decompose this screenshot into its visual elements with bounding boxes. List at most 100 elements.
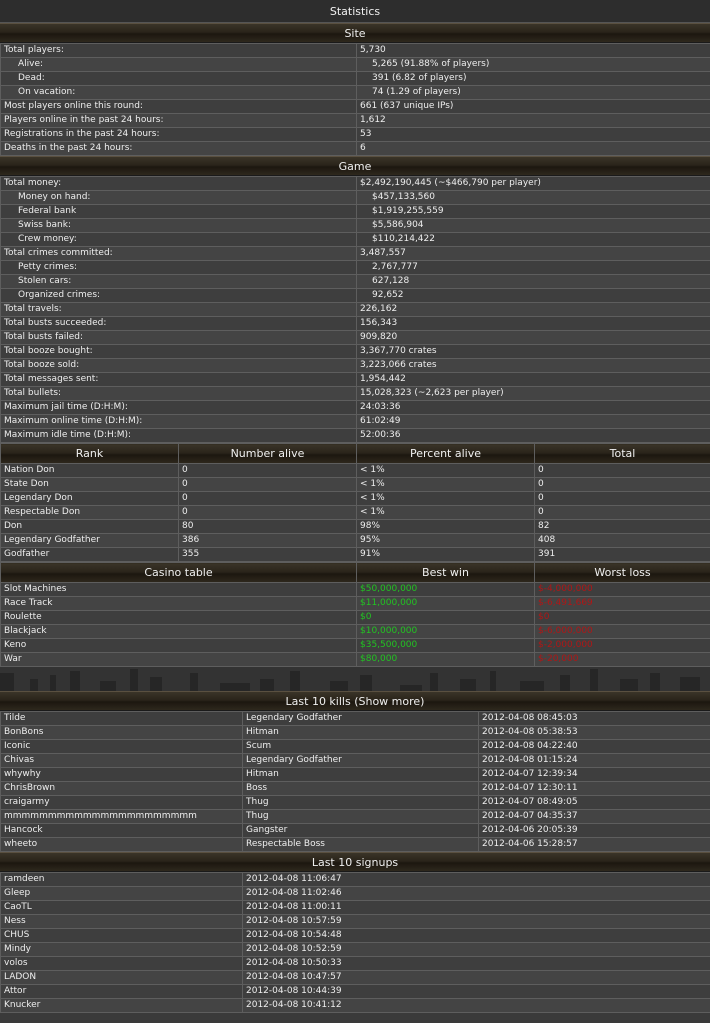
stat-value: 3,223,066 crates: [356, 358, 710, 373]
total-header: Total: [534, 443, 710, 464]
stat-row: Total busts succeeded: 156,343: [0, 316, 710, 331]
building-silhouette: [0, 673, 14, 691]
building-silhouette: [520, 681, 544, 691]
building-silhouette: [430, 673, 438, 691]
kills-section-header[interactable]: Last 10 kills (Show more): [0, 691, 710, 711]
kill-time: 2012-04-08 05:38:53: [478, 725, 710, 740]
victim-name[interactable]: Tilde: [0, 711, 243, 726]
best-win-value: $35,500,000: [356, 638, 535, 653]
building-silhouette: [680, 677, 700, 691]
stat-value: 661 (637 unique IPs): [356, 99, 710, 114]
rank-total: 82: [534, 519, 710, 534]
victim-name[interactable]: BonBons: [0, 725, 243, 740]
stat-value: 627,128: [356, 274, 710, 289]
rank-row: Godfather 355 91% 391: [0, 547, 710, 562]
signup-name[interactable]: Knucker: [0, 998, 243, 1013]
stat-label: Total crimes committed:: [0, 246, 357, 261]
worst-loss-value: $-6,491,669: [534, 596, 710, 611]
rank-total: 0: [534, 491, 710, 506]
rank-name: Legendary Don: [0, 491, 179, 506]
stat-label: Money on hand:: [0, 190, 357, 205]
rank-total: 0: [534, 505, 710, 520]
signup-row: Ness 2012-04-08 10:57:59: [0, 914, 710, 929]
stat-row: Total crimes committed: 3,487,557: [0, 246, 710, 261]
game-stats-table: Total money: $2,492,190,445 (~$466,790 pe…: [0, 176, 710, 443]
page-title: Statistics: [0, 0, 710, 23]
percent-alive-header: Percent alive: [356, 443, 535, 464]
stat-label: Alive:: [0, 57, 357, 72]
rank-row: Legendary Godfather 386 95% 408: [0, 533, 710, 548]
signup-time: 2012-04-08 10:54:48: [242, 928, 710, 943]
signup-row: Attor 2012-04-08 10:44:39: [0, 984, 710, 999]
victim-name[interactable]: Hancock: [0, 823, 243, 838]
worst-loss-value: $-20,000: [534, 652, 710, 667]
signup-name[interactable]: Attor: [0, 984, 243, 999]
building-silhouette: [290, 671, 300, 691]
kill-row: craigarmy Thug 2012-04-07 08:49:05: [0, 795, 710, 810]
signup-time: 2012-04-08 10:57:59: [242, 914, 710, 929]
stat-row: Federal bank $1,919,255,559: [0, 204, 710, 219]
building-silhouette: [220, 683, 250, 691]
victim-name[interactable]: ChrisBrown: [0, 781, 243, 796]
stat-label: Stolen cars:: [0, 274, 357, 289]
victim-rank: Respectable Boss: [242, 837, 479, 852]
victim-name[interactable]: whywhy: [0, 767, 243, 782]
signup-name[interactable]: Gleep: [0, 886, 243, 901]
signup-row: ramdeen 2012-04-08 11:06:47: [0, 872, 710, 887]
number-alive-header: Number alive: [178, 443, 357, 464]
signup-time: 2012-04-08 10:52:59: [242, 942, 710, 957]
stat-row: Maximum idle time (D:H:M): 52:00:36: [0, 428, 710, 443]
victim-name[interactable]: Chivas: [0, 753, 243, 768]
signup-row: Mindy 2012-04-08 10:52:59: [0, 942, 710, 957]
victim-rank: Scum: [242, 739, 479, 754]
kill-time: 2012-04-07 12:39:34: [478, 767, 710, 782]
rank-row: Don 80 98% 82: [0, 519, 710, 534]
signup-time: 2012-04-08 10:47:57: [242, 970, 710, 985]
stat-row: Deaths in the past 24 hours: 6: [0, 141, 710, 156]
signup-name[interactable]: Ness: [0, 914, 243, 929]
casino-game-name: Blackjack: [0, 624, 357, 639]
rank-total: 391: [534, 547, 710, 562]
number-alive: 0: [178, 505, 357, 520]
stat-row: Stolen cars: 627,128: [0, 274, 710, 289]
best-win-value: $80,000: [356, 652, 535, 667]
signup-name[interactable]: CHUS: [0, 928, 243, 943]
casino-game-name: Race Track: [0, 596, 357, 611]
number-alive: 386: [178, 533, 357, 548]
building-silhouette: [620, 679, 638, 691]
signup-name[interactable]: CaoTL: [0, 900, 243, 915]
stat-label: Total money:: [0, 176, 357, 191]
percent-alive: 95%: [356, 533, 535, 548]
victim-name[interactable]: craigarmy: [0, 795, 243, 810]
kills-heading-link[interactable]: Last 10 kills (Show more): [286, 695, 425, 708]
signup-name[interactable]: LADON: [0, 970, 243, 985]
stat-value: 52:00:36: [356, 428, 710, 443]
kill-time: 2012-04-07 08:49:05: [478, 795, 710, 810]
rank-total: 408: [534, 533, 710, 548]
stat-value: 2,767,777: [356, 260, 710, 275]
percent-alive: < 1%: [356, 491, 535, 506]
stat-label: Total players:: [0, 43, 357, 58]
signup-name[interactable]: Mindy: [0, 942, 243, 957]
signup-name[interactable]: volos: [0, 956, 243, 971]
signup-name[interactable]: ramdeen: [0, 872, 243, 887]
victim-name[interactable]: wheeto: [0, 837, 243, 852]
worst-loss-value: $0: [534, 610, 710, 625]
percent-alive: < 1%: [356, 463, 535, 478]
stat-value: 156,343: [356, 316, 710, 331]
stat-label: Dead:: [0, 71, 357, 86]
victim-rank: Thug: [242, 809, 479, 824]
number-alive: 80: [178, 519, 357, 534]
stat-row: Players online in the past 24 hours: 1,61…: [0, 113, 710, 128]
stat-label: Total travels:: [0, 302, 357, 317]
signup-row: CaoTL 2012-04-08 11:00:11: [0, 900, 710, 915]
best-win-value: $11,000,000: [356, 596, 535, 611]
stat-row: Total players: 5,730: [0, 43, 710, 58]
stat-value: 5,265 (91.88% of players): [356, 57, 710, 72]
victim-name[interactable]: Iconic: [0, 739, 243, 754]
victim-name[interactable]: mmmmmmmmmmmmmmmmmmmmmm: [0, 809, 243, 824]
stat-row: Organized crimes: 92,652: [0, 288, 710, 303]
stat-row: Registrations in the past 24 hours: 53: [0, 127, 710, 142]
rank-table: Rank Number alive Percent alive Total Na…: [0, 443, 710, 562]
stat-label: Crew money:: [0, 232, 357, 247]
